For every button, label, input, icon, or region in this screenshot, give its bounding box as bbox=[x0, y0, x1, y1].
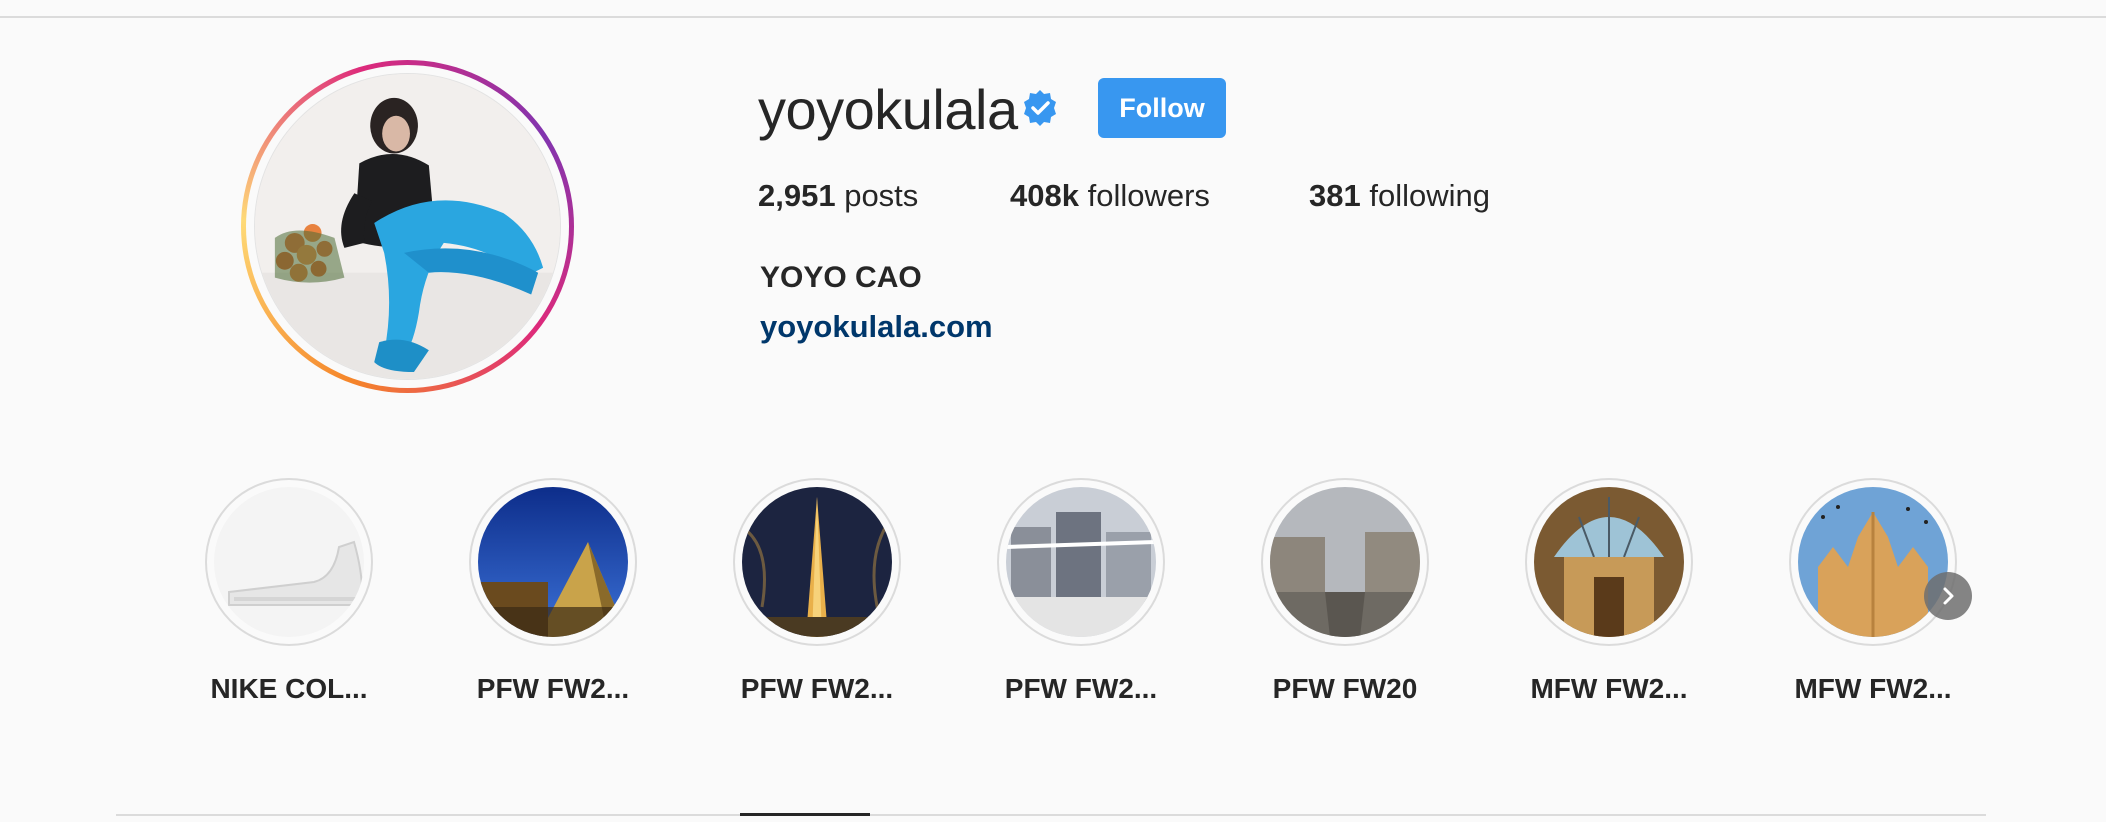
top-divider bbox=[0, 16, 2106, 18]
highlight-cover bbox=[1006, 487, 1156, 637]
following-count: 381 bbox=[1309, 178, 1361, 213]
highlight-label: NIKE COL... bbox=[210, 673, 368, 704]
chevron-right-icon bbox=[1943, 587, 1954, 605]
highlight-label: PFW FW2... bbox=[476, 673, 630, 704]
avatar-photo bbox=[255, 74, 560, 379]
highlight-cover bbox=[478, 487, 628, 637]
highlight-label: MFW FW2... bbox=[1530, 673, 1688, 704]
stat-following[interactable]: 381 following bbox=[1309, 176, 1490, 216]
highlight-cover bbox=[214, 487, 364, 637]
highlight-cover bbox=[1534, 487, 1684, 637]
highlight-cover bbox=[742, 487, 892, 637]
verified-badge-icon bbox=[1024, 90, 1056, 126]
profile-website-link[interactable]: yoyokulala.com bbox=[760, 308, 993, 346]
profile-full-name: YOYO CAO bbox=[760, 261, 922, 294]
highlight-cover bbox=[1270, 487, 1420, 637]
profile-avatar[interactable] bbox=[254, 73, 561, 380]
follow-button[interactable]: Follow bbox=[1098, 78, 1226, 138]
profile-avatar-story-ring[interactable] bbox=[241, 60, 574, 393]
stat-posts: 2,951 posts bbox=[758, 176, 918, 216]
followers-label: followers bbox=[1087, 178, 1210, 213]
highlight-label: PFW FW20 bbox=[1272, 673, 1418, 704]
tabs-divider bbox=[116, 814, 1986, 816]
highlight-cover bbox=[1798, 487, 1948, 637]
posts-label: posts bbox=[844, 178, 919, 213]
following-label: following bbox=[1369, 178, 1490, 213]
profile-username: yoyokulala bbox=[758, 78, 1018, 141]
followers-count: 408k bbox=[1010, 178, 1079, 213]
highlight-label: PFW FW2... bbox=[1004, 673, 1158, 704]
active-tab-indicator bbox=[740, 813, 870, 816]
highlight-label: PFW FW2... bbox=[740, 673, 894, 704]
highlight-label: MFW FW2... bbox=[1794, 673, 1952, 704]
posts-count: 2,951 bbox=[758, 178, 836, 213]
highlights-next-button[interactable] bbox=[1924, 572, 1972, 620]
stat-followers[interactable]: 408k followers bbox=[1010, 176, 1210, 216]
